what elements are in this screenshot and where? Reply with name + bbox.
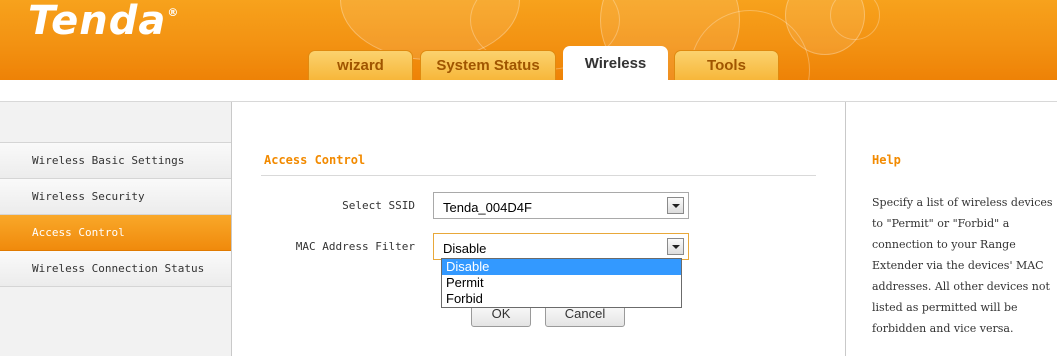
header-bar: Tenda® wizard System Status Wireless Too…	[0, 0, 1057, 80]
tab-wireless[interactable]: Wireless	[563, 46, 668, 80]
select-ssid-label: Select SSID	[342, 199, 415, 212]
header-strip	[0, 80, 1057, 102]
sidebar-spacer	[0, 102, 231, 143]
chevron-down-icon[interactable]	[667, 197, 684, 214]
logo-text: Tenda	[28, 0, 167, 44]
help-text: Specify a list of wireless devices to "P…	[872, 196, 1053, 335]
sidebar-item-wireless-basic-settings[interactable]: Wireless Basic Settings	[0, 143, 231, 179]
registered-mark: ®	[167, 6, 180, 19]
tab-system-status[interactable]: System Status	[420, 50, 556, 80]
help-panel: Help Specify a list of wireless devices …	[845, 102, 1057, 356]
ssid-select[interactable]: Tenda_004D4F	[433, 192, 689, 219]
mac-filter-label: MAC Address Filter	[295, 240, 415, 253]
help-title: Help	[872, 153, 901, 167]
sidebar: Wireless Basic Settings Wireless Securit…	[0, 102, 232, 356]
ssid-select-value: Tenda_004D4F	[443, 200, 532, 215]
dropdown-option-disable[interactable]: Disable	[442, 259, 681, 275]
dropdown-option-permit[interactable]: Permit	[442, 275, 681, 291]
tab-tools[interactable]: Tools	[674, 50, 779, 80]
mac-filter-select[interactable]: Disable	[433, 233, 689, 260]
section-divider	[261, 175, 816, 176]
main-panel: Access Control Select SSID Tenda_004D4F …	[233, 102, 845, 356]
tenda-logo: Tenda®	[28, 0, 179, 44]
sidebar-item-wireless-security[interactable]: Wireless Security	[0, 179, 231, 215]
mac-filter-dropdown-list: Disable Permit Forbid	[441, 258, 682, 308]
sidebar-item-wireless-connection-status[interactable]: Wireless Connection Status	[0, 251, 231, 287]
section-title: Access Control	[264, 153, 366, 167]
dropdown-option-forbid[interactable]: Forbid	[442, 291, 681, 307]
sidebar-item-access-control[interactable]: Access Control	[0, 215, 231, 251]
mac-filter-select-value: Disable	[443, 241, 487, 256]
tab-wizard[interactable]: wizard	[308, 50, 413, 80]
chevron-down-icon[interactable]	[667, 238, 684, 255]
